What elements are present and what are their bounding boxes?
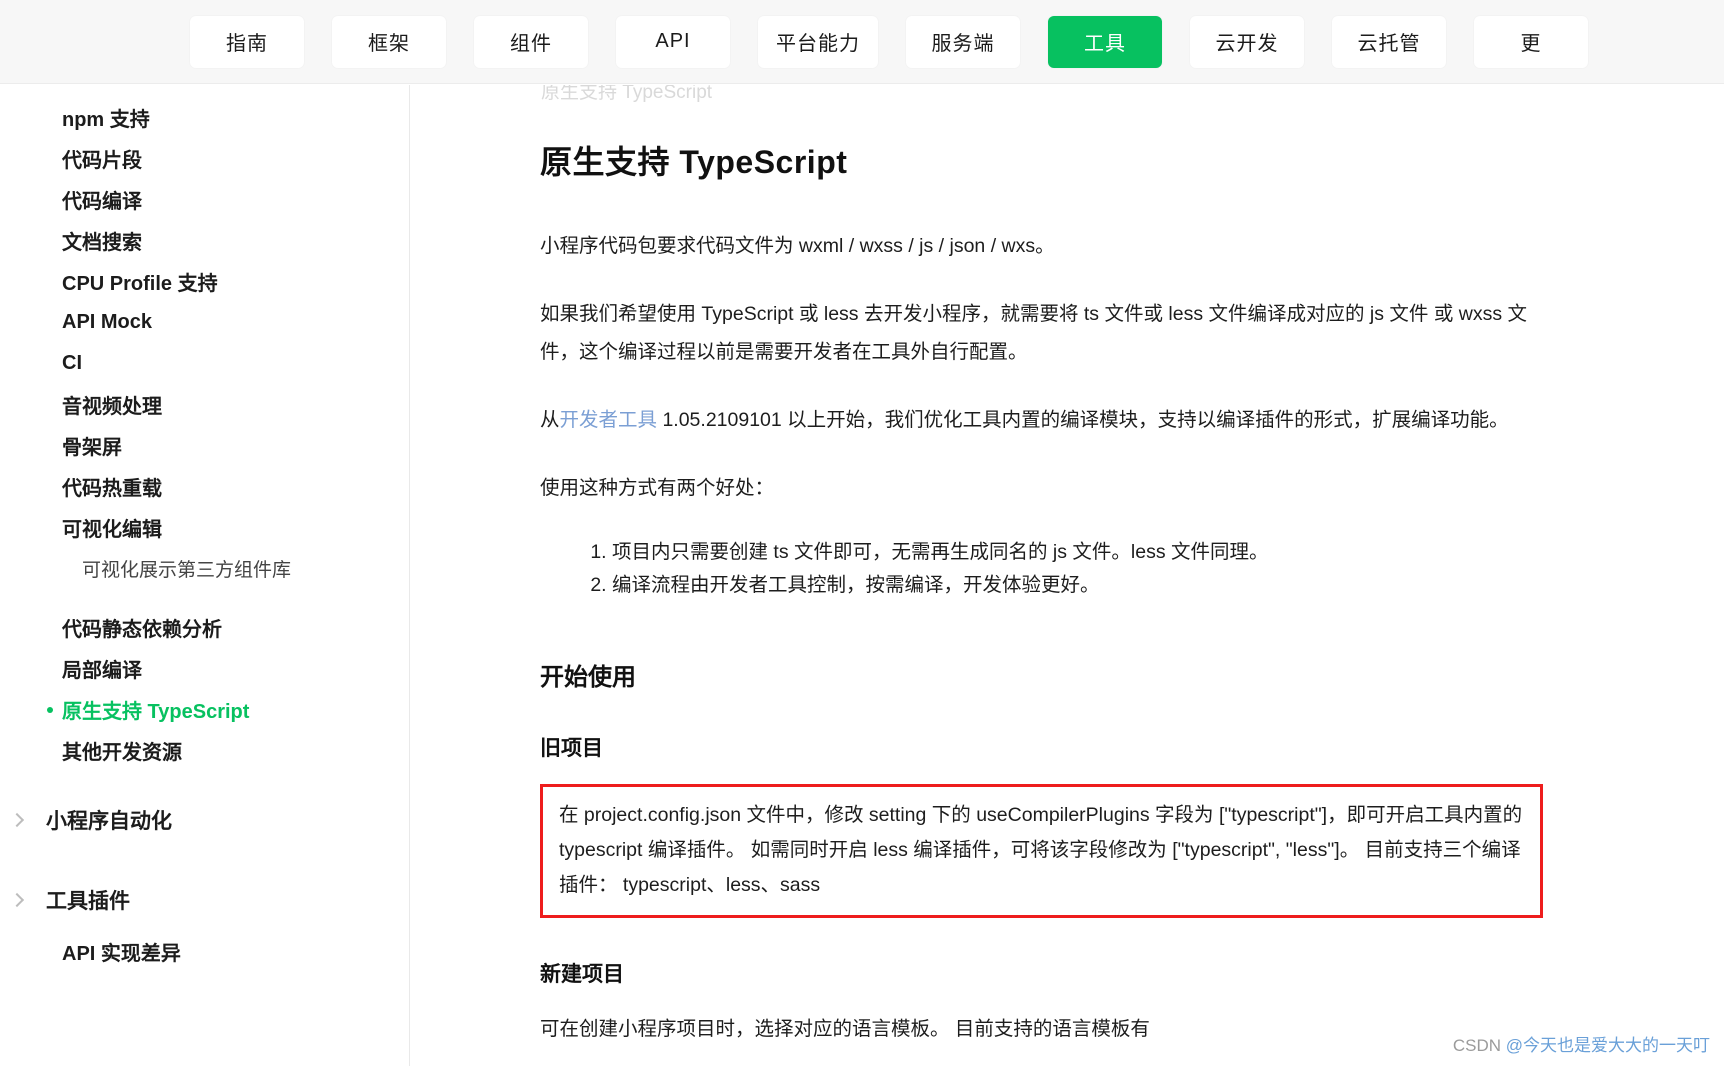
nav-tab-1[interactable]: 框架 [332,15,446,68]
section-heading-start: 开始使用 [540,664,636,691]
watermark-prefix: CSDN [1452,1036,1506,1055]
nav-tab-label: 云开发 [1215,33,1279,55]
sidebar-item-9[interactable]: 代码热重载 [0,466,409,507]
sidebar-item-7[interactable]: 音视频处理 [0,384,409,425]
sidebar-item-label: 局部编译 [62,660,142,682]
sidebar-item-11[interactable]: 可视化展示第三方组件库 [0,548,409,589]
document-body: 原生支持 TypeScript 小程序代码包要求代码文件为 wxml / wxs… [411,85,1724,1066]
sidebar-item-label: 代码片段 [62,150,142,172]
nav-tab-9[interactable]: 更 [1474,15,1588,68]
sidebar-item-8[interactable]: 骨架屏 [0,425,409,466]
sidebar-item-4[interactable]: CPU Profile 支持 [0,261,409,302]
subsection-heading-old-project: 旧项目 [540,737,603,760]
highlighted-note-box: 在 project.config.json 文件中，修改 setting 下的 … [540,784,1543,918]
nav-tab-3[interactable]: API [616,15,730,68]
text-suffix: 1.05.2109101 以上开始，我们优化工具内置的编译模块，支持以编译插件的… [657,409,1509,431]
csdn-watermark: CSDN @今天也是爱大大的一天叮 [1453,1031,1710,1056]
sidebar-item-label: 小程序自动化 [46,810,172,833]
nav-tab-label: 组件 [510,33,552,55]
nav-tab-label: 指南 [226,33,268,55]
sidebar-item-label: 代码热重载 [62,478,162,500]
sidebar-item-3[interactable]: 文档搜索 [0,220,409,261]
nav-tab-5[interactable]: 服务端 [906,15,1020,68]
sidebar-item-label: 代码静态依赖分析 [62,619,222,641]
nav-tab-label: 更 [1520,33,1542,55]
sidebar-item-5[interactable]: API Mock [0,302,409,343]
sidebar-item-2[interactable]: 代码编译 [0,179,409,220]
sidebar-item-label: CI [62,352,82,374]
nav-tab-label: API [655,30,691,52]
sidebar-item-18[interactable]: API 实现差异 [0,931,409,972]
sidebar-item-label: CPU Profile 支持 [62,273,218,295]
sidebar-item-12[interactable]: 代码静态依赖分析 [0,607,409,648]
nav-tab-4[interactable]: 平台能力 [758,15,878,68]
paragraph-intro: 小程序代码包要求代码文件为 wxml / wxss / js / json / … [540,235,1055,257]
sidebar-item-14[interactable]: 原生支持 TypeScript [0,689,409,730]
paragraph-devtools-version: 从开发者工具 1.05.2109101 以上开始，我们优化工具内置的编译模块，支… [540,401,1540,439]
nav-tab-label: 服务端 [931,33,995,55]
text-prefix: 从 [540,409,560,431]
nav-tab-label: 平台能力 [776,33,860,55]
benefits-list: 项目内只需要创建 ts 文件即可，无需再生成同名的 js 文件。less 文件同… [540,537,1540,601]
sidebar-item-1[interactable]: 代码片段 [0,138,409,179]
sidebar-item-17[interactable]: 工具插件 [0,869,409,931]
top-navigation: 指南 框架 组件 API 平台能力 服务端 工具 云开发 云托管 更 [0,0,1724,84]
sidebar-item-label: 工具插件 [46,890,130,913]
paragraph-benefits-lead: 使用这种方式有两个好处： [540,477,775,499]
list-item: 项目内只需要创建 ts 文件即可，无需再生成同名的 js 文件。less 文件同… [612,537,1540,568]
sidebar-item-label: 音视频处理 [62,396,162,418]
list-item: 编译流程由开发者工具控制，按需编译，开发体验更好。 [612,570,1540,601]
paragraph-compile-need: 如果我们希望使用 TypeScript 或 less 去开发小程序，就需要将 t… [540,303,1527,363]
sidebar-item-6[interactable]: CI [0,343,409,384]
sidebar-navigation[interactable]: npm 支持 代码片段代码编译文档搜索 CPU Profile 支持 API Mock… [0,85,410,1066]
chevron-right-icon[interactable] [9,892,25,908]
nav-tab-label: 框架 [368,33,410,55]
chevron-right-icon[interactable] [9,812,25,828]
developer-tools-link[interactable]: 开发者工具 [560,409,658,431]
paragraph-templates-lead: 可在创建小程序项目时，选择对应的语言模板。 目前支持的语言模板有 [540,1018,1150,1040]
sidebar-item-15[interactable]: 其他开发资源 [0,730,409,771]
breadcrumb: 原生支持 TypeScript [541,85,713,103]
nav-tab-7[interactable]: 云开发 [1190,15,1304,68]
sidebar-item-label: 原生支持 TypeScript [62,701,250,723]
sidebar-item-13[interactable]: 局部编译 [0,648,409,689]
sidebar-item-label: npm 支持 [62,109,150,131]
sidebar-item-label: 骨架屏 [62,437,122,459]
watermark-handle: @今天也是爱大大的一天叮 [1505,1036,1710,1055]
nav-tab-0[interactable]: 指南 [190,15,304,68]
active-bullet-icon [47,706,53,713]
nav-tab-2[interactable]: 组件 [474,15,588,68]
nav-tab-6[interactable]: 工具 [1048,15,1162,68]
sidebar-item-label: API 实现差异 [62,943,181,965]
sidebar-item-0[interactable]: npm 支持 [0,97,409,138]
subsection-heading-new-project: 新建项目 [540,963,624,986]
sidebar-item-label: 可视化展示第三方组件库 [82,560,292,581]
main-content: 原生支持 TypeScript 原生支持 TypeScript 小程序代码包要求… [411,85,1724,1066]
sidebar-item-label: 其他开发资源 [62,742,182,764]
sidebar-item-16[interactable]: 小程序自动化 [0,789,409,851]
sidebar-item-label: 文档搜索 [62,232,142,254]
page-title: 原生支持 TypeScript [540,144,848,180]
sidebar-item-10[interactable]: 可视化编辑 [0,507,409,548]
nav-tab-8[interactable]: 云托管 [1332,15,1446,68]
nav-tab-label: 云托管 [1357,33,1421,55]
sidebar-item-label: API Mock [62,311,153,333]
sidebar-item-label: 可视化编辑 [62,519,162,541]
sidebar-item-label: 代码编译 [62,191,142,213]
nav-tab-label: 工具 [1084,33,1126,55]
